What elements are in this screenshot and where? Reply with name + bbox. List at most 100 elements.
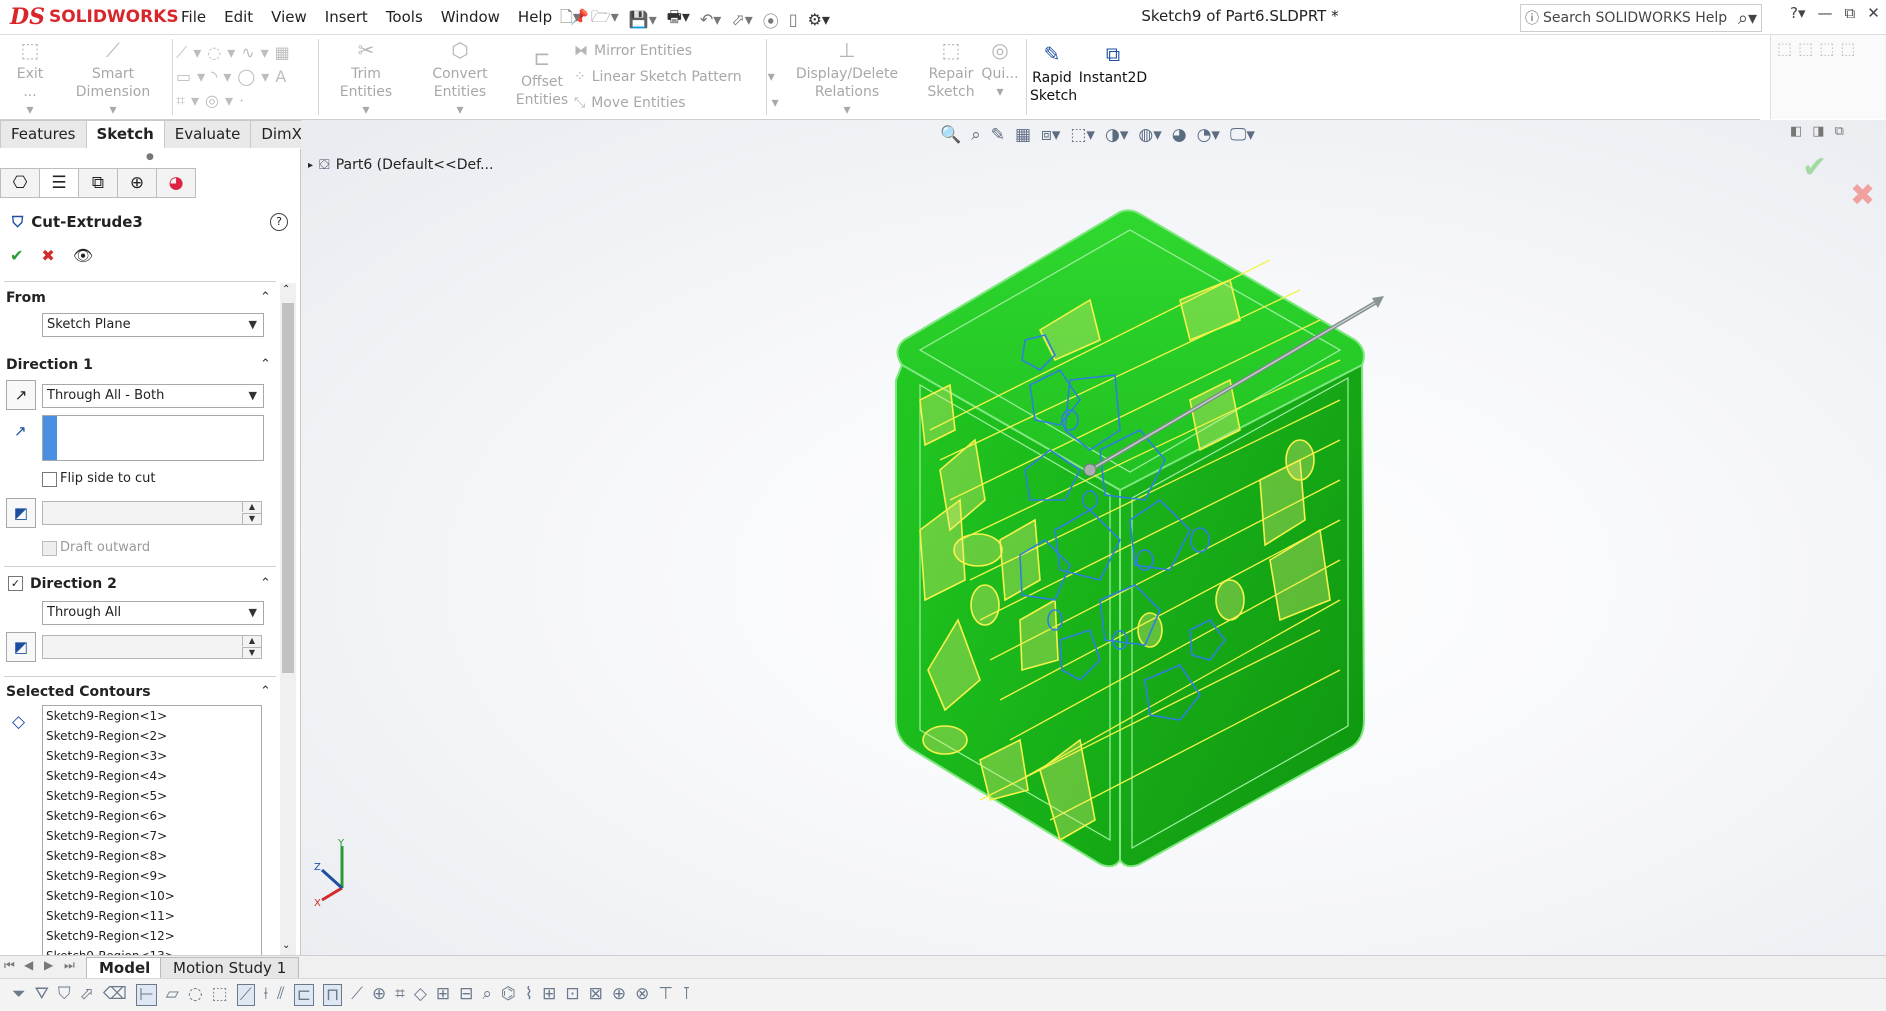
expand-arrow-icon[interactable]: ▸ — [308, 160, 313, 171]
filter-surfaces-icon[interactable]: ◌ — [188, 984, 203, 1006]
menu-tools[interactable]: Tools — [377, 8, 432, 26]
view-orientation-icon[interactable]: ⬚▾ — [1070, 125, 1095, 145]
view-settings-icon[interactable]: 🖵▾ — [1230, 125, 1255, 145]
last-tab-icon[interactable]: ⏭ — [64, 958, 75, 973]
collapse-chevron-icon[interactable]: ⌃ — [260, 290, 271, 305]
search-icon[interactable]: ⌕▾ — [1738, 8, 1761, 29]
linear-sketch-pattern-button[interactable]: ⁘ Linear Sketch Pattern ▾ — [574, 69, 775, 85]
list-item[interactable]: Sketch9-Region<4> — [43, 766, 261, 786]
filter-edges-icon[interactable]: ⊢ — [135, 984, 157, 1006]
flip-side-checkbox[interactable] — [42, 472, 57, 487]
viewport-split-right-icon[interactable]: ◨ — [1812, 124, 1824, 139]
section-view-icon[interactable]: ▦ — [1015, 125, 1031, 145]
direction1-section-header[interactable]: Direction 1 — [6, 357, 93, 373]
help-icon[interactable]: ? — [270, 213, 288, 231]
collapse-chevron-icon[interactable]: ⌃ — [260, 684, 271, 699]
offset-entities-button[interactable]: ⊏ Offset Entities — [514, 48, 570, 109]
filter-vertices-icon[interactable]: ⟋ — [351, 984, 363, 1006]
save-icon[interactable]: 💾▾ — [629, 10, 657, 29]
menu-help[interactable]: Help — [509, 8, 561, 26]
filter-midpoints-icon[interactable]: ⊠ — [589, 984, 603, 1006]
list-item[interactable]: Sketch9-Region<9> — [43, 866, 261, 886]
quick-snaps-button[interactable]: ◎ Qui... ▾ — [980, 40, 1020, 101]
filter-icon[interactable]: ⏷ — [12, 984, 26, 1006]
from-section-header[interactable]: From — [6, 290, 46, 306]
edit-appearance-icon[interactable]: ◕ — [1172, 125, 1187, 145]
spin-up-icon[interactable]: ▲ — [242, 502, 261, 512]
viewport-split-left-icon[interactable]: ◧ — [1790, 124, 1802, 139]
filter-surface-finish-icon[interactable]: ⌕ — [482, 984, 492, 1006]
list-item[interactable]: Sketch9-Region<7> — [43, 826, 261, 846]
filter-routing-icon[interactable]: ⊺ — [682, 984, 691, 1006]
help-dropdown-icon[interactable]: ?▾ — [1790, 4, 1806, 22]
filter-axes-icon[interactable]: ⟊ — [264, 984, 268, 1006]
instant2d-button[interactable]: ⧉ Instant2D — [1078, 44, 1148, 87]
exit-sketch-button[interactable]: ⬚ Exit ... ▾ — [10, 40, 50, 119]
scroll-down-icon[interactable]: ⌄ — [282, 940, 290, 951]
collapse-chevron-icon[interactable]: ⌃ — [260, 576, 271, 591]
mirror-entities-button[interactable]: ⧓ Mirror Entities — [574, 43, 692, 59]
end-condition-select[interactable]: Through All - Both ▼ — [42, 384, 264, 408]
filter-faces-icon[interactable]: ▱ — [166, 984, 179, 1006]
feature-manager-icon[interactable]: ⎔ — [0, 168, 40, 198]
repair-sketch-button[interactable]: ⬚ Repair Sketch — [926, 40, 976, 101]
filter-solids-icon[interactable]: ⬚ — [212, 984, 228, 1006]
filter-planes-icon[interactable]: ⫽ — [277, 984, 285, 1006]
list-item[interactable]: Sketch9-Region<6> — [43, 806, 261, 826]
rapid-sketch-button[interactable]: ✎ Rapid Sketch — [1030, 44, 1077, 105]
filter-notes-icon[interactable]: ◇ — [414, 984, 427, 1006]
viewport-maximize-icon[interactable]: ⧉ — [1835, 124, 1844, 139]
sketch-rect-tools-icons[interactable]: ▭▾◝▾◯▾A — [176, 67, 292, 86]
list-item[interactable]: Sketch9-Region<8> — [43, 846, 261, 866]
open-icon[interactable]: 🗁▾ — [591, 6, 619, 33]
filter-sketch-points-icon[interactable]: ⊓ — [322, 984, 343, 1006]
ok-check-icon[interactable]: ✔ — [10, 246, 23, 265]
new-document-icon[interactable]: 🗋▾ — [560, 6, 581, 33]
close-icon[interactable]: ✕ — [1867, 4, 1880, 22]
view-cube-icons[interactable]: ⬚⬚⬚⬚ — [1777, 39, 1861, 58]
help-circle-icon[interactable]: ⓘ — [1521, 8, 1543, 28]
filter-blocks-icon[interactable]: ⊞ — [542, 984, 556, 1006]
direction2-section-header[interactable]: Direction 2 — [30, 576, 117, 592]
draft-angle-input[interactable]: ▲ ▼ — [42, 501, 262, 525]
options-gear-icon[interactable]: ⚙▾ — [808, 10, 830, 29]
dimxpert-manager-icon[interactable]: ⊕ — [117, 168, 157, 198]
trim-entities-button[interactable]: ✂ Trim Entities ▾ — [326, 40, 406, 119]
filter-toggle-icon[interactable]: ⛛ — [35, 984, 49, 1006]
search-box[interactable]: ⓘ Search SOLIDWORKS Help ⌕▾ — [1520, 4, 1762, 32]
zoom-to-fit-icon[interactable]: 🔍 — [940, 125, 961, 145]
rebuild-icon[interactable]: ⦿ — [763, 8, 779, 32]
filter-origins-icon[interactable]: ⊕ — [372, 984, 386, 1006]
menu-window[interactable]: Window — [432, 8, 509, 26]
clear-filters-icon[interactable]: ⌫ — [103, 984, 127, 1006]
direction2-checkbox[interactable]: ✓ — [8, 576, 23, 591]
list-item[interactable]: Sketch9-Region<2> — [43, 726, 261, 746]
move-entities-button[interactable]: ⤡ Move Entities ▾ — [574, 95, 779, 111]
list-item[interactable]: Sketch9-Region<11> — [43, 906, 261, 926]
sketch-line-tools-icons[interactable]: ⟋▾◌▾∿▾▦ — [176, 43, 296, 63]
list-item[interactable]: Sketch9-Region<1> — [43, 706, 261, 726]
filter-dowel-icon[interactable]: ⊗ — [635, 984, 649, 1006]
filter-sketch-icon[interactable]: ⊏ — [293, 984, 314, 1006]
sketch-point-tools-icons[interactable]: ⌗▾◎▾· — [176, 91, 250, 111]
preview-eye-icon[interactable]: 👁 — [73, 246, 93, 265]
previous-view-icon[interactable]: ✎ — [991, 125, 1005, 145]
print-icon[interactable]: 🖶▾ — [667, 6, 690, 33]
spin-down-icon[interactable]: ▼ — [242, 513, 261, 524]
dynamic-annotation-icon[interactable]: ⧈▾ — [1041, 125, 1060, 145]
menu-insert[interactable]: Insert — [316, 8, 377, 26]
filter-gtol-icon[interactable]: ⊞ — [436, 984, 450, 1006]
reverse-direction-icon[interactable]: ↗ — [6, 380, 36, 410]
confirm-cancel-x-icon[interactable]: ✖ — [1850, 178, 1875, 213]
cancel-x-icon[interactable]: ✖ — [41, 246, 54, 265]
menu-view[interactable]: View — [262, 8, 316, 26]
selected-contours-header[interactable]: Selected Contours — [6, 684, 151, 700]
filter-cosmetic-icon[interactable]: ⌇ — [525, 984, 533, 1006]
filter-center-marks-icon[interactable]: ⊕ — [612, 984, 626, 1006]
collapse-chevron-icon[interactable]: ⌃ — [260, 357, 271, 372]
next-tab-icon[interactable]: ▶ — [44, 958, 53, 972]
zoom-area-icon[interactable]: ⌕ — [971, 125, 981, 145]
list-item[interactable]: Sketch9-Region<10> — [43, 886, 261, 906]
draft-toggle-icon[interactable]: ◩ — [6, 498, 36, 528]
scrollbar-thumb[interactable] — [282, 303, 294, 673]
